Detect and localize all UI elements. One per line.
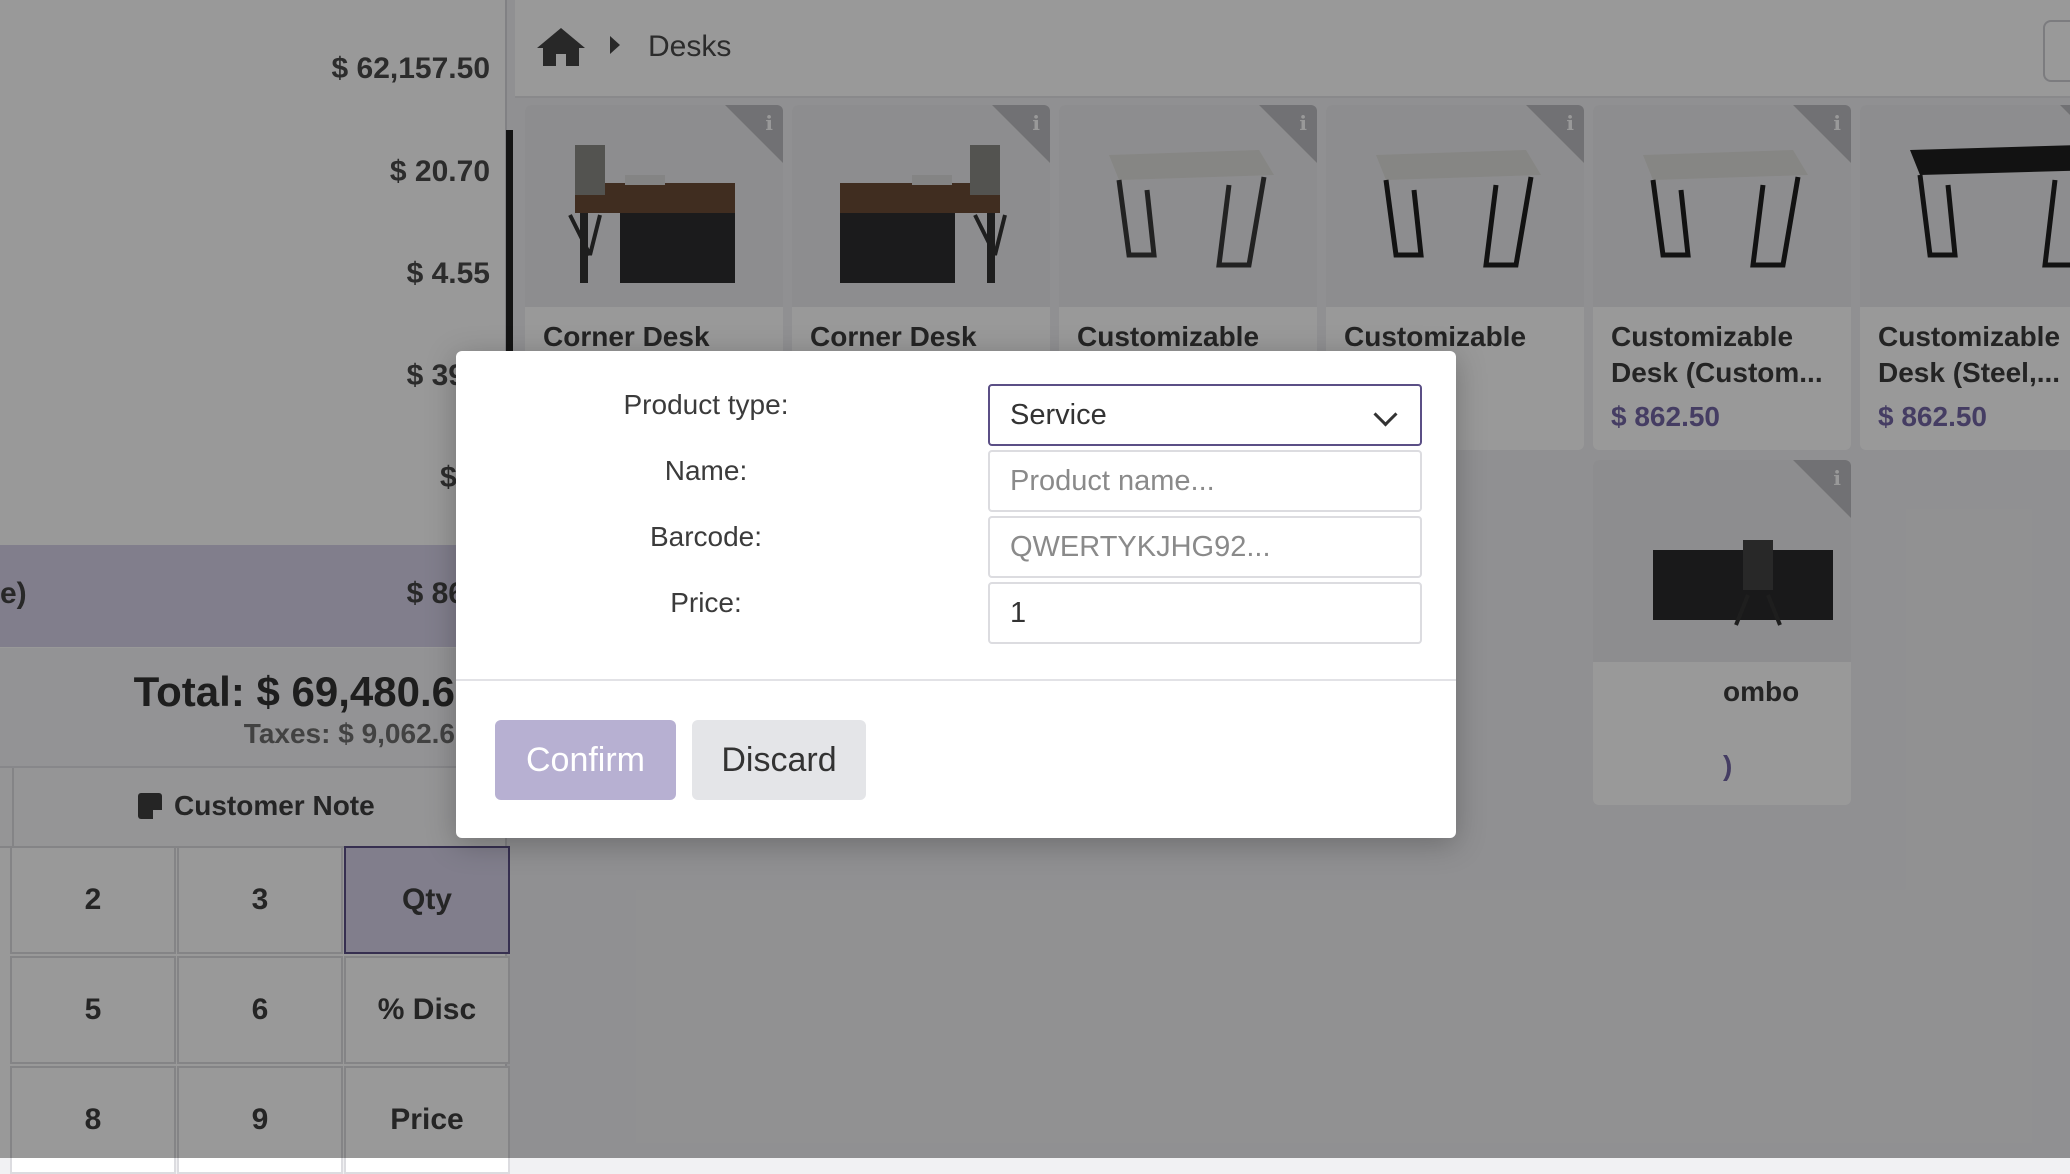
barcode-input[interactable]: QWERTYKJHG92... bbox=[988, 516, 1422, 578]
chevron-down-icon bbox=[1373, 402, 1398, 427]
dialog-divider bbox=[456, 679, 1456, 681]
confirm-button[interactable]: Confirm bbox=[495, 720, 676, 800]
price-label: Price: bbox=[670, 587, 742, 618]
product-type-label: Product type: bbox=[623, 389, 789, 420]
product-name-input[interactable]: Product name... bbox=[988, 450, 1422, 512]
price-value: 1 bbox=[1010, 596, 1027, 629]
barcode-label: Barcode: bbox=[649, 521, 763, 552]
product-name-placeholder: Product name... bbox=[1010, 464, 1215, 497]
create-product-dialog: Product type: Service Name: Product name… bbox=[456, 351, 1456, 838]
product-type-value: Service bbox=[1010, 398, 1107, 431]
price-input[interactable]: 1 bbox=[988, 582, 1422, 644]
discard-button[interactable]: Discard bbox=[692, 720, 866, 800]
barcode-placeholder: QWERTYKJHG92... bbox=[1010, 530, 1271, 563]
product-type-select[interactable]: Service bbox=[988, 384, 1422, 446]
name-label: Name: bbox=[664, 455, 748, 486]
